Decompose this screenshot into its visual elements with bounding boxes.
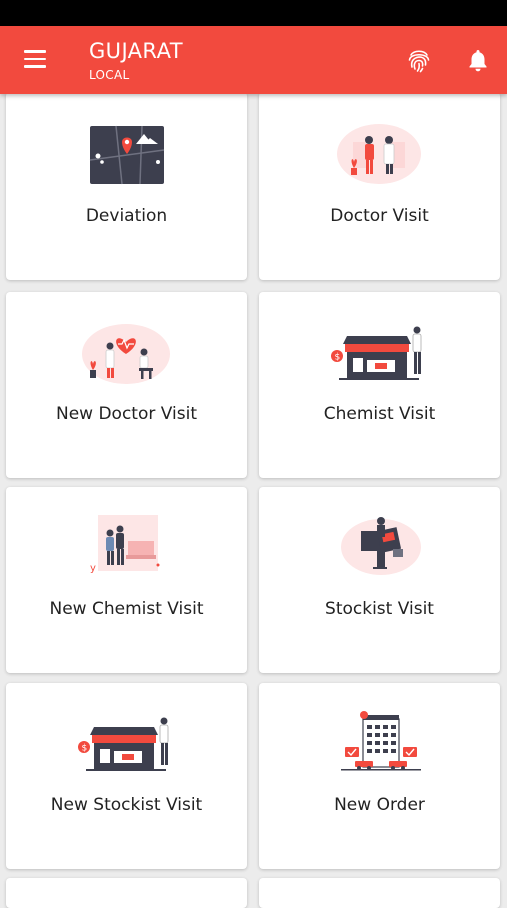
card-label: Doctor Visit <box>330 206 429 226</box>
svg-text:y: y <box>90 563 96 574</box>
chemist-shop-illustration: $ <box>331 326 422 380</box>
card-partial-left[interactable] <box>6 878 247 908</box>
card-label: Stockist Visit <box>325 599 434 619</box>
card-label: New Stockist Visit <box>50 795 203 815</box>
card-stockist-visit[interactable]: Stockist Visit <box>259 487 500 673</box>
card-label: New Order <box>334 795 425 815</box>
card-label: New Chemist Visit <box>49 599 204 619</box>
app-bar: GUJARAT LOCAL <box>0 26 507 94</box>
card-new-stockist-visit[interactable]: $ New Stockist Visit <box>6 683 247 869</box>
svg-text:$: $ <box>82 744 88 754</box>
map-location-illustration <box>89 125 165 185</box>
new-order-building-illustration <box>341 711 421 771</box>
card-partial-right[interactable] <box>259 878 500 908</box>
new-doctor-visit-illustration <box>82 324 170 384</box>
card-new-chemist-visit[interactable]: y New Chemist Visit <box>6 487 247 673</box>
card-label: Deviation <box>85 206 168 226</box>
card-new-doctor-visit[interactable]: New Doctor Visit <box>6 292 247 478</box>
svg-text:$: $ <box>335 353 341 363</box>
card-doctor-visit[interactable]: Doctor Visit <box>259 92 500 280</box>
status-bar <box>0 0 507 26</box>
fingerprint-icon[interactable] <box>405 46 433 74</box>
card-label: Chemist Visit <box>323 404 436 424</box>
new-chemist-visit-illustration: y <box>90 515 160 574</box>
card-label: New Doctor Visit <box>55 404 197 424</box>
new-stockist-shop-illustration: $ <box>78 717 169 771</box>
app-title: GUJARAT <box>89 39 183 63</box>
app-subtitle: LOCAL <box>89 68 130 82</box>
card-deviation[interactable]: Deviation <box>6 92 247 280</box>
menu-icon[interactable] <box>24 50 46 68</box>
card-chemist-visit[interactable]: $ Chemist Visit <box>259 292 500 478</box>
stockist-visit-illustration <box>341 517 421 575</box>
card-new-order[interactable]: New Order <box>259 683 500 869</box>
doctor-visit-illustration <box>337 124 421 184</box>
bell-icon[interactable] <box>465 47 491 73</box>
